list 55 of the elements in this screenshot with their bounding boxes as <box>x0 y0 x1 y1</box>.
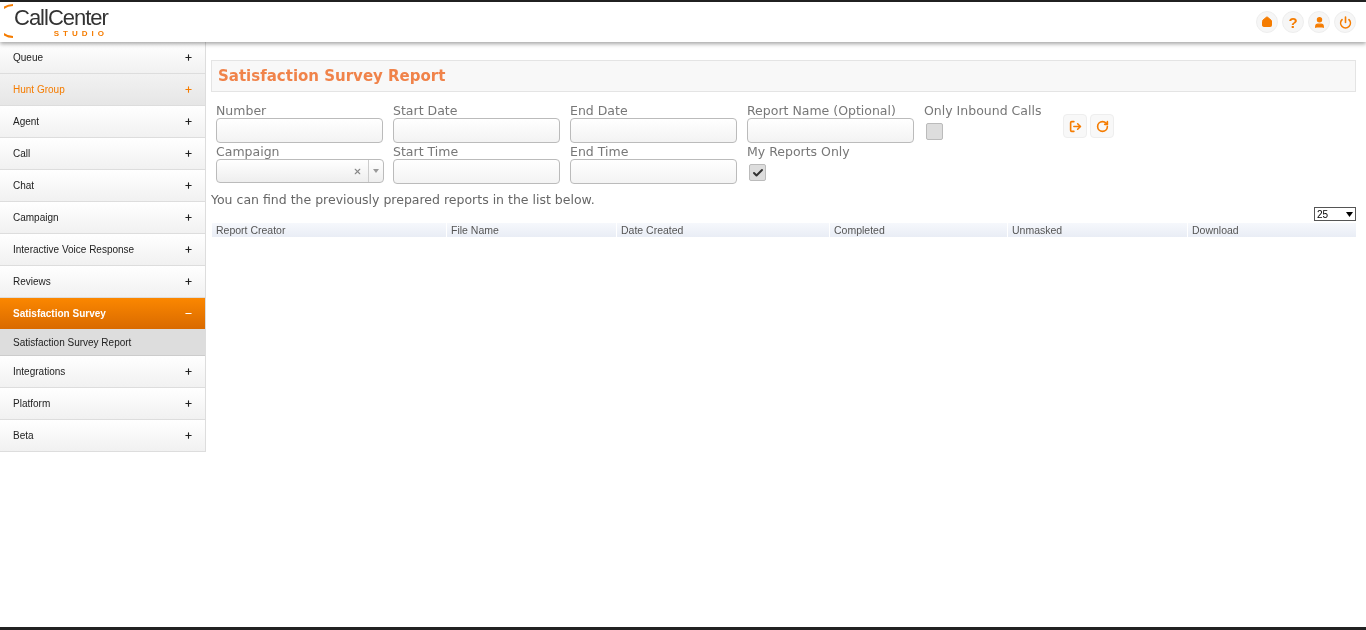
logo-arc-icon <box>4 3 14 38</box>
page-size-select[interactable]: 25 <box>1314 207 1356 221</box>
hint-text: You can find the previously prepared reports in the list below. <box>211 192 596 207</box>
campaign-select[interactable] <box>216 159 384 183</box>
field-label: Start Date <box>393 104 459 118</box>
field-label: End Time <box>570 145 630 159</box>
field-label: Number <box>216 104 268 118</box>
expand-icon <box>184 181 193 190</box>
user-button[interactable] <box>1308 11 1330 33</box>
refresh-button[interactable] <box>1090 114 1114 138</box>
power-button[interactable] <box>1334 11 1356 33</box>
expand-icon <box>184 245 193 254</box>
export-button[interactable] <box>1063 114 1087 138</box>
expand-icon <box>184 149 193 158</box>
expand-icon <box>184 367 193 376</box>
input-field[interactable] <box>393 159 560 184</box>
input-field[interactable] <box>216 118 383 143</box>
clear-icon[interactable] <box>353 166 362 176</box>
field-label: Campaign <box>216 145 281 159</box>
field-label: Only Inbound Calls <box>924 104 1043 118</box>
dropdown-arrow-icon <box>373 169 379 173</box>
checkbox[interactable] <box>749 164 766 181</box>
column-header[interactable]: Report Creator <box>211 223 446 237</box>
export-icon <box>1068 119 1082 133</box>
refresh-icon <box>1095 119 1109 133</box>
column-header[interactable]: File Name <box>446 223 616 237</box>
field-label: End Date <box>570 104 629 118</box>
expand-icon <box>184 85 193 94</box>
expand-icon <box>184 431 193 440</box>
column-header[interactable]: Unmasked <box>1007 223 1187 237</box>
expand-icon <box>184 277 193 286</box>
expand-icon <box>184 213 193 222</box>
checkbox[interactable] <box>926 123 943 140</box>
expand-icon <box>184 399 193 408</box>
power-icon <box>1338 15 1352 29</box>
page-title: Satisfaction Survey Report <box>218 67 446 85</box>
field-label: Report Name (Optional) <box>747 104 897 118</box>
input-field[interactable] <box>747 118 914 143</box>
input-field[interactable] <box>570 159 737 184</box>
input-field[interactable] <box>393 118 560 143</box>
home-icon <box>1261 16 1273 28</box>
expand-icon <box>184 53 193 62</box>
check-icon <box>751 166 764 179</box>
column-header[interactable]: Completed <box>829 223 1007 237</box>
user-icon <box>1312 15 1326 29</box>
sidebar-subitem[interactable]: Satisfaction Survey Report <box>0 330 205 356</box>
column-header[interactable]: Date Created <box>616 223 829 237</box>
field-label: Start Time <box>393 145 460 159</box>
field-label: My Reports Only <box>747 145 851 159</box>
home-button[interactable] <box>1256 11 1278 33</box>
expand-icon <box>184 117 193 126</box>
logo: CallCenter STUDIO <box>14 6 108 38</box>
column-header[interactable]: Download <box>1187 223 1356 237</box>
dropdown-arrow-icon <box>1346 211 1353 217</box>
input-field[interactable] <box>570 118 737 143</box>
